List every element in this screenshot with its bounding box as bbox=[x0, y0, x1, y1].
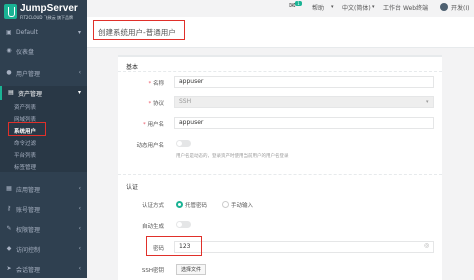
sidebar-item-label: 用户管理 bbox=[16, 71, 41, 78]
rocket-icon: ➤ bbox=[6, 265, 12, 272]
highlight-page-title bbox=[93, 20, 185, 40]
protocol-label: * 协议 bbox=[148, 101, 164, 107]
dashboard-icon: ◉ bbox=[6, 47, 12, 54]
sidebar-item-assets[interactable]: ▤ 资产管理 ▾ bbox=[0, 86, 87, 100]
dynamic-username-toggle[interactable] bbox=[176, 140, 191, 147]
inbox-icon: ▤ bbox=[8, 89, 14, 96]
sidebar-subitem-label: 命令过滤 bbox=[14, 141, 37, 147]
topbar: ✉ 1 帮助 ▾ 中文(简体) ▾ 工作台 Web终端 开发(I) bbox=[87, 0, 474, 15]
sidebar-item-label: 仪表盘 bbox=[16, 49, 35, 56]
section-auth-title: 认证 bbox=[126, 184, 139, 191]
brand-name: JumpServer bbox=[20, 3, 78, 14]
chevron-left-icon: ‹ bbox=[78, 205, 81, 212]
choose-file-button[interactable]: 选择文件 bbox=[176, 264, 207, 275]
protocol-select[interactable]: SSH bbox=[174, 96, 434, 108]
chevron-down-icon: ▾ bbox=[426, 99, 429, 105]
sidebar-item-access-control[interactable]: ◆ 访问控制 ‹ bbox=[0, 242, 87, 256]
auth-managed-label: 托管密码 bbox=[185, 203, 208, 209]
chevron-down-icon: ▾ bbox=[77, 29, 81, 36]
edit-icon: ✎ bbox=[6, 225, 12, 232]
logo[interactable]: JumpServer FIT2CLOUD 飞致云 旗下品牌 bbox=[4, 2, 86, 24]
chevron-left-icon: ‹ bbox=[78, 225, 81, 232]
auth-method-label: 认证方式 bbox=[141, 203, 164, 209]
sidebar-item-label: 权限管理 bbox=[16, 227, 41, 234]
sidebar-subitem-label: 平台列表 bbox=[14, 153, 37, 159]
avatar[interactable] bbox=[440, 3, 448, 11]
chevron-left-icon: ‹ bbox=[78, 265, 81, 272]
dynamic-username-hint: 用户名是动态的，登录资产时使用当前用户的用户名登录 bbox=[176, 154, 289, 159]
user-menu[interactable]: 开发(I) bbox=[451, 3, 469, 12]
org-selector[interactable]: ▣ Default ▾ bbox=[0, 26, 87, 39]
auto-generate-label: 自动生成 bbox=[141, 224, 164, 230]
name-input[interactable]: appuser bbox=[174, 76, 434, 88]
username-input[interactable]: appuser bbox=[174, 117, 434, 129]
sidebar-item-permissions[interactable]: ✎ 权限管理 ‹ bbox=[0, 222, 87, 236]
sidebar: JumpServer FIT2CLOUD 飞致云 旗下品牌 ▣ Default … bbox=[0, 0, 87, 278]
webterminal-link[interactable]: Web终端 bbox=[403, 3, 428, 12]
sidebar-item-label: 账号管理 bbox=[16, 207, 41, 214]
sidebar-subitem-command-filter[interactable]: 命令过滤 bbox=[0, 136, 87, 148]
chevron-left-icon: ‹ bbox=[78, 69, 81, 76]
divider bbox=[118, 174, 442, 175]
chevron-down-icon: ▾ bbox=[331, 4, 334, 10]
highlight-system-users bbox=[8, 122, 46, 136]
grid-icon: ▦ bbox=[6, 185, 12, 192]
sidebar-subitem-platform-list[interactable]: 平台列表 bbox=[0, 148, 87, 160]
sidebar-item-accounts[interactable]: ⚷ 账号管理 ‹ bbox=[0, 202, 87, 216]
eye-icon[interactable]: ◎ bbox=[424, 242, 429, 249]
org-label: Default bbox=[16, 29, 38, 36]
auth-managed-radio[interactable] bbox=[176, 201, 183, 208]
sidebar-item-applications[interactable]: ▦ 应用管理 ‹ bbox=[0, 182, 87, 196]
ssh-key-label: SSH密钥 bbox=[141, 268, 164, 274]
brand-sub: FIT2CLOUD 飞致云 旗下品牌 bbox=[20, 15, 74, 20]
jumpserver-logo-icon bbox=[4, 4, 17, 19]
auth-manual-radio[interactable] bbox=[222, 201, 229, 208]
sidebar-subitem-label: 资产列表 bbox=[14, 105, 37, 111]
password-input[interactable]: 123 bbox=[174, 241, 434, 253]
chevron-down-icon: ▾ bbox=[372, 4, 375, 10]
mail-count-badge: 1 bbox=[295, 1, 302, 6]
workbench-link[interactable]: 工作台 bbox=[383, 3, 401, 12]
sidebar-subitem-label-manage[interactable]: 标签管理 bbox=[0, 160, 87, 172]
chevron-left-icon: ‹ bbox=[78, 185, 81, 192]
auto-generate-toggle[interactable] bbox=[176, 221, 191, 228]
dynamic-username-label: 动态用户名 bbox=[136, 143, 164, 149]
section-basic-title: 基本 bbox=[126, 64, 139, 71]
sidebar-item-dashboard[interactable]: ◉ 仪表盘 bbox=[0, 44, 87, 58]
chevron-left-icon: ‹ bbox=[78, 245, 81, 252]
sitemap-icon: ▣ bbox=[6, 29, 12, 36]
highlight-password bbox=[146, 236, 202, 256]
sidebar-item-label: 会话管理 bbox=[16, 267, 41, 274]
sidebar-item-label: 资产管理 bbox=[18, 91, 43, 98]
sidebar-item-sessions[interactable]: ➤ 会话管理 ‹ bbox=[0, 262, 87, 276]
key-icon: ⚷ bbox=[6, 205, 12, 212]
help-menu[interactable]: 帮助 bbox=[312, 3, 324, 12]
user-icon: ● bbox=[6, 69, 12, 76]
divider bbox=[118, 71, 442, 72]
shield-icon: ◆ bbox=[6, 245, 12, 252]
username-label: * 用户名 bbox=[142, 122, 164, 128]
name-label: * 名称 bbox=[148, 81, 164, 87]
sidebar-subitem-label: 标签管理 bbox=[14, 165, 37, 171]
chevron-down-icon: ▾ bbox=[77, 89, 81, 96]
sidebar-subitem-asset-list[interactable]: 资产列表 bbox=[0, 100, 87, 112]
sidebar-item-label: 访问控制 bbox=[16, 247, 41, 254]
language-menu[interactable]: 中文(简体) bbox=[342, 3, 371, 12]
sidebar-item-label: 应用管理 bbox=[16, 187, 41, 194]
sidebar-item-users[interactable]: ● 用户管理 ‹ bbox=[0, 66, 87, 80]
auth-manual-label: 手动输入 bbox=[231, 203, 254, 209]
